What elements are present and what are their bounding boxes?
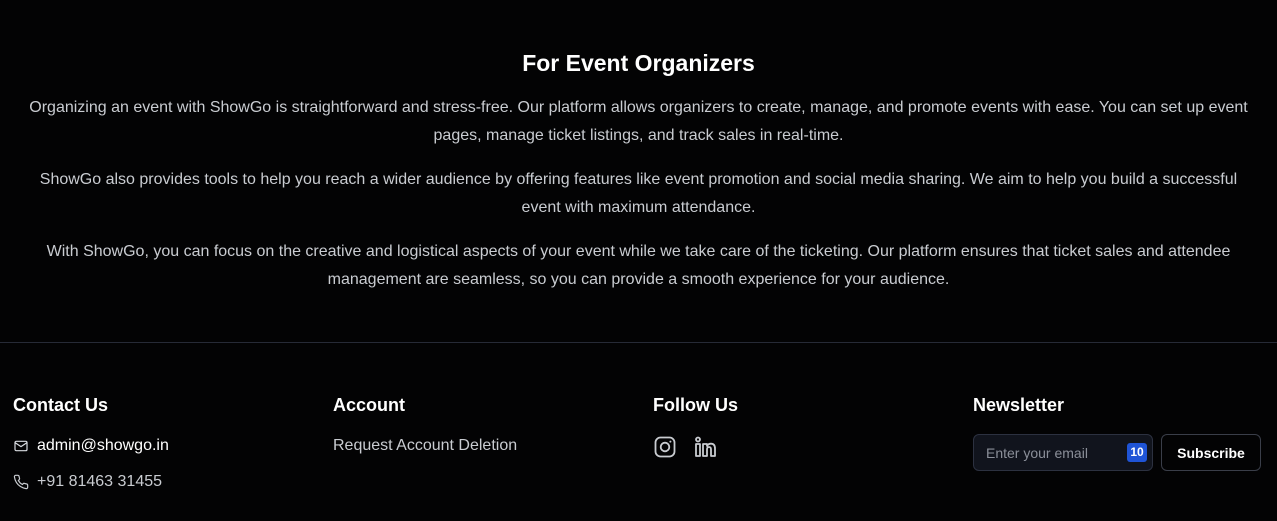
organizers-paragraph-3: With ShowGo, you can focus on the creati… bbox=[46, 243, 1231, 288]
newsletter-email-input[interactable] bbox=[973, 434, 1153, 471]
subscribe-button[interactable]: Subscribe bbox=[1161, 434, 1261, 471]
phone-icon bbox=[13, 474, 29, 490]
instagram-icon[interactable] bbox=[653, 435, 677, 459]
input-badge: 10 bbox=[1127, 443, 1147, 462]
organizers-paragraph-1: Organizing an event with ShowGo is strai… bbox=[29, 99, 1248, 144]
email-input-wrapper: 10 bbox=[973, 434, 1153, 471]
linkedin-icon[interactable] bbox=[693, 435, 717, 459]
section-title: For Event Organizers bbox=[522, 50, 755, 76]
phone-link[interactable]: +91 81463 31455 bbox=[13, 473, 162, 491]
newsletter-heading: Newsletter bbox=[973, 395, 1065, 415]
organizers-section: For Event Organizers Organizing an event… bbox=[0, 0, 1277, 342]
newsletter-form: 10 Subscribe bbox=[973, 434, 1261, 471]
request-account-deletion-link[interactable]: Request Account Deletion bbox=[333, 437, 517, 455]
email-link[interactable]: admin@showgo.in bbox=[13, 437, 169, 455]
account-heading: Account bbox=[333, 395, 405, 415]
newsletter-column: Newsletter 10 Subscribe bbox=[973, 393, 1261, 471]
contact-heading: Contact Us bbox=[13, 395, 109, 415]
social-links bbox=[653, 435, 717, 459]
footer-divider bbox=[0, 342, 1277, 343]
contact-column: Contact Us admin@showgo.in +91 81463 314… bbox=[13, 393, 169, 490]
email-text: admin@showgo.in bbox=[37, 437, 169, 454]
mail-icon bbox=[14, 440, 28, 452]
follow-heading: Follow Us bbox=[653, 395, 738, 415]
phone-text: +91 81463 31455 bbox=[37, 473, 163, 490]
follow-column: Follow Us bbox=[653, 393, 738, 458]
account-column: Account Request Account Deletion bbox=[333, 393, 517, 454]
organizers-paragraph-2: ShowGo also provides tools to help you r… bbox=[39, 171, 1238, 216]
